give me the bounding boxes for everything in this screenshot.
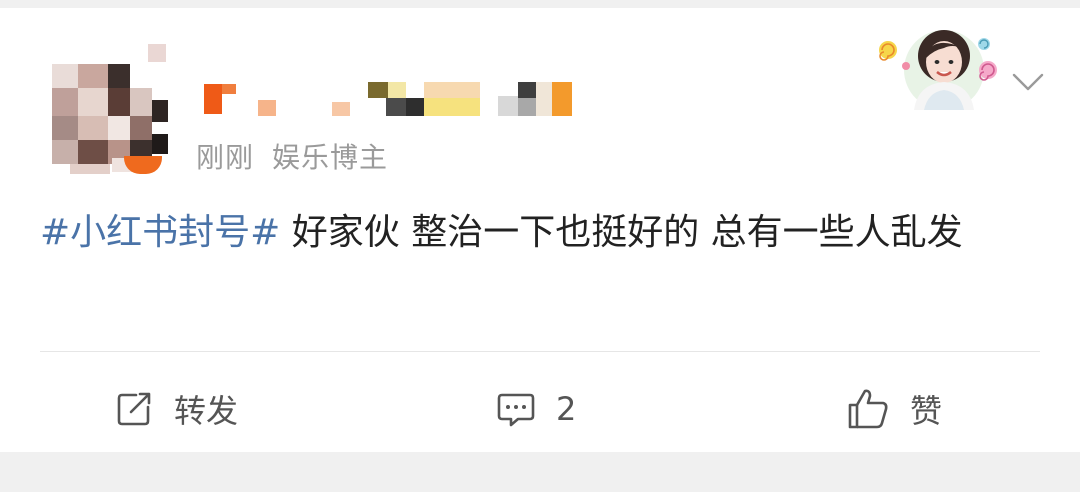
like-button[interactable]: 赞: [846, 386, 942, 432]
avatar[interactable]: [52, 44, 170, 174]
like-label: 赞: [910, 392, 943, 430]
username-mosaic[interactable]: [200, 74, 580, 120]
chevron-down-icon[interactable]: [1010, 64, 1046, 100]
divider: [40, 351, 1040, 352]
post-card: 刚刚 娱乐博主 #小红书封号# 好家伙 整治一下也挺好的 总有一些人乱发 转发 …: [0, 8, 1080, 452]
post-meta: 刚刚 娱乐博主: [196, 136, 388, 176]
repost-button[interactable]: 转发: [114, 386, 238, 432]
comment-button[interactable]: 2: [496, 386, 576, 432]
post-time: 刚刚: [196, 141, 255, 174]
decoration-badge-icon: [879, 30, 997, 110]
post-body: 好家伙 整治一下也挺好的 总有一些人乱发: [280, 212, 963, 253]
author-tag: 娱乐博主: [272, 141, 389, 174]
comment-icon: [497, 393, 535, 427]
comment-count: 2: [556, 390, 577, 428]
repost-label: 转发: [174, 392, 239, 430]
post-text: #小红书封号# 好家伙 整治一下也挺好的 总有一些人乱发: [40, 204, 1040, 262]
thumbs-up-icon: [848, 389, 888, 429]
repost-icon: [117, 392, 151, 426]
feed-separator: [0, 452, 1080, 492]
hashtag-link[interactable]: #小红书封号#: [40, 212, 280, 253]
